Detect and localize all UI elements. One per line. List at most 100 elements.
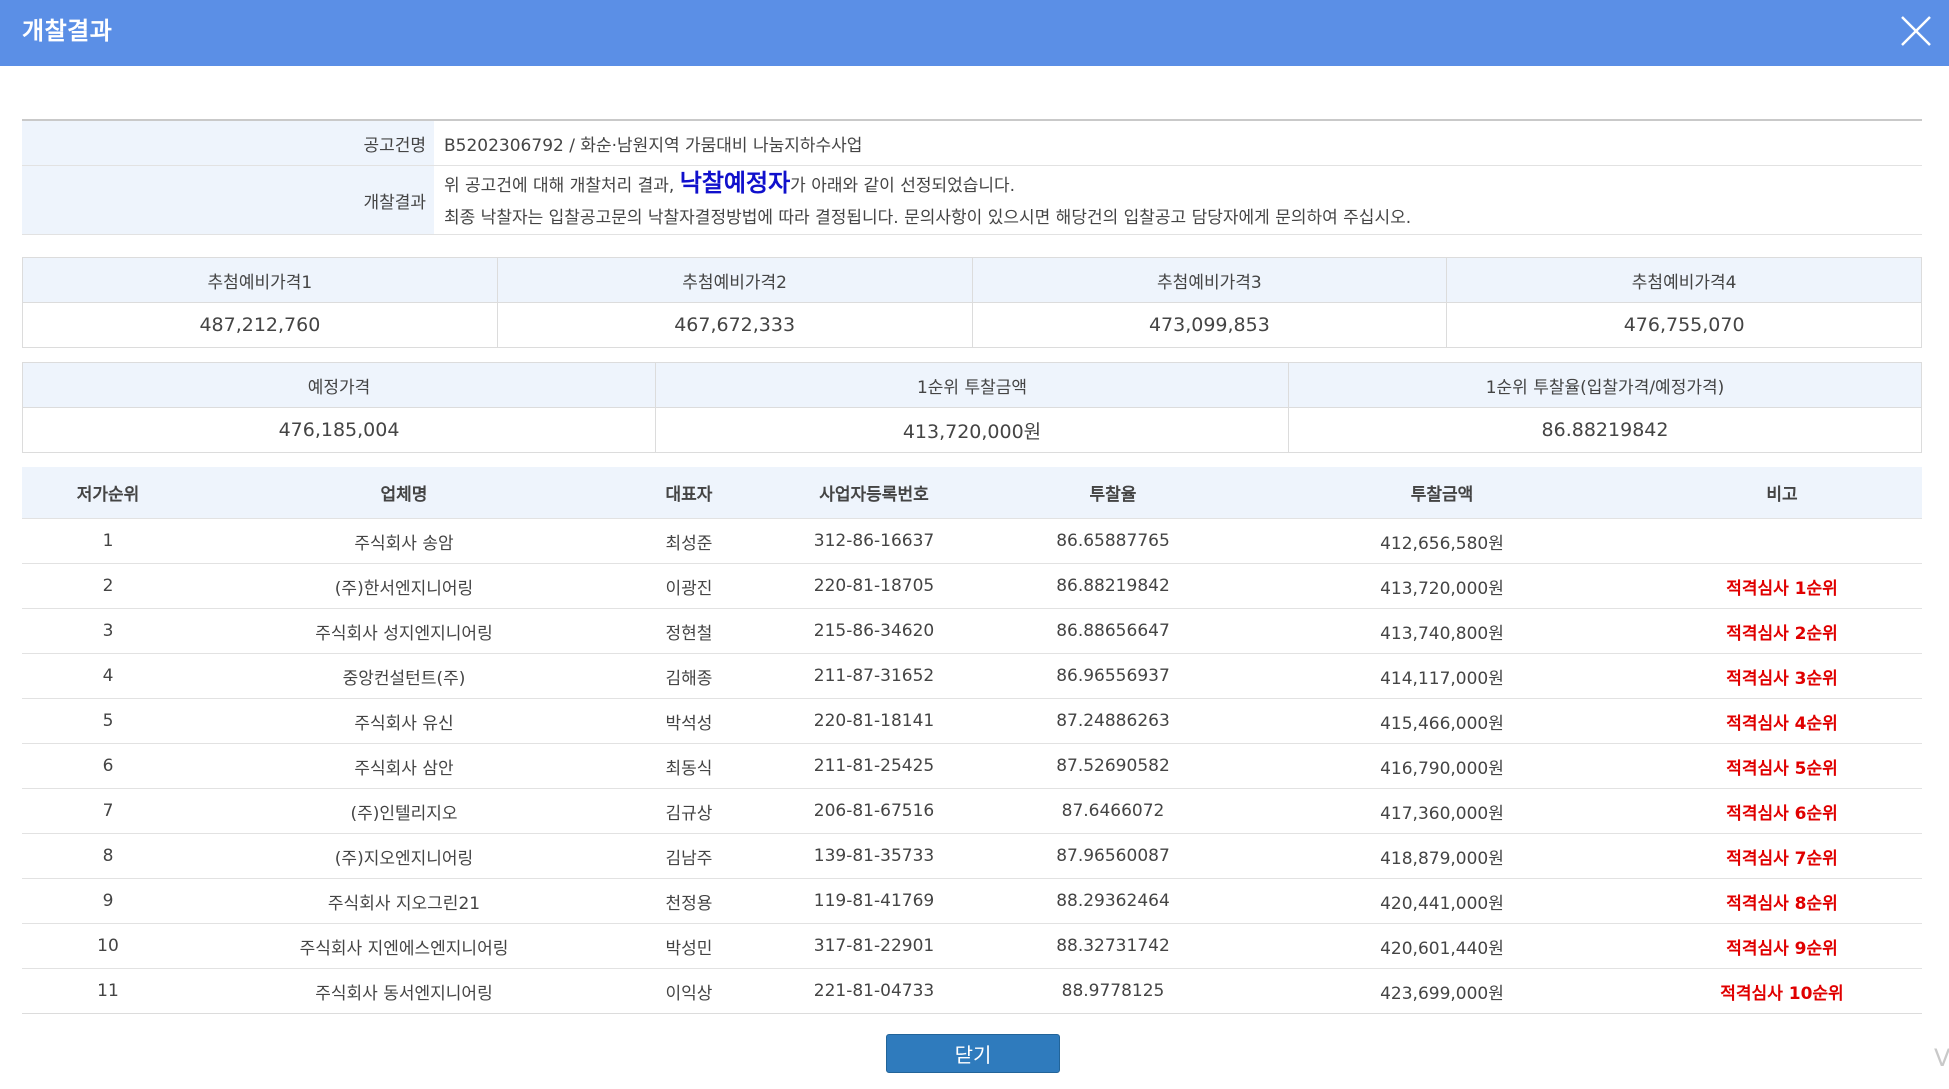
cell-bid-amount: 412,656,580원	[1242, 518, 1642, 564]
table-row: 5 주식회사 유신 박석성 220-81-18141 87.24886263 415,46…	[22, 698, 1922, 744]
cell-rank: 5	[22, 698, 194, 744]
cell-company: (주)지오엔지니어링	[194, 833, 614, 879]
cell-company: 주식회사 동서엔지니어링	[194, 968, 614, 1014]
cell-bid-rate: 87.96560087	[984, 833, 1242, 879]
result-label: 개찰결과	[22, 165, 434, 235]
cell-business-number: 221-81-04733	[764, 968, 984, 1014]
result-message-line1: 위 공고건에 대해 개찰처리 결과, 낙찰예정자가 아래와 같이 선정되었습니다…	[444, 167, 1922, 202]
cell-bid-rate: 86.88219842	[984, 563, 1242, 609]
cell-company: 주식회사 삼안	[194, 743, 614, 789]
col-bid-rate: 투찰율	[984, 467, 1242, 519]
close-icon[interactable]	[1897, 12, 1935, 50]
cell-remarks: 적격심사 6순위	[1642, 788, 1922, 834]
cell-remarks: 적격심사 9순위	[1642, 923, 1922, 969]
estimated-price-value: 476,185,004	[22, 407, 656, 453]
cell-bid-rate: 87.6466072	[984, 788, 1242, 834]
top-bid-amount-header: 1순위 투찰금액	[655, 362, 1289, 408]
cell-bid-rate: 86.96556937	[984, 653, 1242, 699]
summary-table: 예정가격 1순위 투찰금액 1순위 투찰율(입찰가격/예정가격) 476,185…	[22, 362, 1922, 453]
cell-representative: 김규상	[614, 788, 764, 834]
prelim-price-header: 추첨예비가격3	[971, 257, 1448, 303]
cell-representative: 이광진	[614, 563, 764, 609]
cell-bid-amount: 413,740,800원	[1242, 608, 1642, 654]
cell-representative: 박석성	[614, 698, 764, 744]
cell-bid-rate: 87.52690582	[984, 743, 1242, 789]
cell-rank: 2	[22, 563, 194, 609]
cell-business-number: 312-86-16637	[764, 518, 984, 564]
dialog-title: 개찰결과	[22, 17, 113, 45]
cell-company: 주식회사 지오그린21	[194, 878, 614, 924]
cell-bid-rate: 88.9778125	[984, 968, 1242, 1014]
col-company: 업체명	[194, 467, 614, 519]
cell-rank: 7	[22, 788, 194, 834]
notice-value: B5202306792 / 화순·남원지역 가뭄대비 나눔지하수사업	[434, 120, 1922, 166]
cell-business-number: 317-81-22901	[764, 923, 984, 969]
cell-remarks: 적격심사 10순위	[1642, 968, 1922, 1014]
cell-bid-rate: 86.88656647	[984, 608, 1242, 654]
cell-bid-amount: 414,117,000원	[1242, 653, 1642, 699]
cell-business-number: 139-81-35733	[764, 833, 984, 879]
cell-business-number: 215-86-34620	[764, 608, 984, 654]
cell-bid-rate: 87.24886263	[984, 698, 1242, 744]
cell-representative: 정현철	[614, 608, 764, 654]
cell-company: 주식회사 유신	[194, 698, 614, 744]
dialog-titlebar: 개찰결과	[0, 0, 1949, 66]
table-row: 1 주식회사 송암 최성준 312-86-16637 86.65887765 412,65…	[22, 518, 1922, 564]
result-row: 개찰결과 위 공고건에 대해 개찰처리 결과, 낙찰예정자가 아래와 같이 선정…	[22, 165, 1922, 235]
cell-company: (주)인텔리지오	[194, 788, 614, 834]
bid-results-table: 저가순위 업체명 대표자 사업자등록번호 투찰율 투찰금액 비고 1 주식회사 송…	[22, 467, 1922, 1014]
prelim-price-value: 467,672,333	[496, 302, 973, 348]
dialog-content: 공고건명 B5202306792 / 화순·남원지역 가뭄대비 나눔지하수사업 …	[22, 119, 1922, 1014]
corner-mark: V	[1934, 1044, 1949, 1072]
prelim-price-header: 추첨예비가격1	[22, 257, 498, 303]
cell-representative: 박성민	[614, 923, 764, 969]
cell-remarks: 적격심사 4순위	[1642, 698, 1922, 744]
cell-remarks: 적격심사 8순위	[1642, 878, 1922, 924]
table-row: 3 주식회사 성지엔지니어링 정현철 215-86-34620 86.88656647 4…	[22, 608, 1922, 654]
cell-company: (주)한서엔지니어링	[194, 563, 614, 609]
prelim-price-header: 추첨예비가격4	[1446, 257, 1922, 303]
cell-remarks	[1642, 518, 1922, 564]
cell-remarks: 적격심사 3순위	[1642, 653, 1922, 699]
cell-rank: 6	[22, 743, 194, 789]
cell-company: 주식회사 성지엔지니어링	[194, 608, 614, 654]
cell-bid-amount: 418,879,000원	[1242, 833, 1642, 879]
cell-representative: 김해종	[614, 653, 764, 699]
notice-info-table: 공고건명 B5202306792 / 화순·남원지역 가뭄대비 나눔지하수사업 …	[22, 119, 1922, 235]
cell-remarks: 적격심사 7순위	[1642, 833, 1922, 879]
cell-business-number: 211-87-31652	[764, 653, 984, 699]
cell-representative: 김남주	[614, 833, 764, 879]
table-row: 8 (주)지오엔지니어링 김남주 139-81-35733 87.96560087 418…	[22, 833, 1922, 879]
cell-company: 중앙컨설턴트(주)	[194, 653, 614, 699]
col-remarks: 비고	[1642, 467, 1922, 519]
result-message: 위 공고건에 대해 개찰처리 결과, 낙찰예정자가 아래와 같이 선정되었습니다…	[434, 165, 1922, 235]
prelim-price-header: 추첨예비가격2	[496, 257, 973, 303]
cell-company: 주식회사 지엔에스엔지니어링	[194, 923, 614, 969]
cell-remarks: 적격심사 1순위	[1642, 563, 1922, 609]
col-rank: 저가순위	[22, 467, 194, 519]
cell-business-number: 211-81-25425	[764, 743, 984, 789]
prelim-price-value: 487,212,760	[22, 302, 498, 348]
table-row: 9 주식회사 지오그린21 천정용 119-81-41769 88.29362464 42…	[22, 878, 1922, 924]
cell-remarks: 적격심사 5순위	[1642, 743, 1922, 789]
cell-bid-rate: 88.29362464	[984, 878, 1242, 924]
cell-rank: 11	[22, 968, 194, 1014]
table-row: 10 주식회사 지엔에스엔지니어링 박성민 317-81-22901 88.327317…	[22, 923, 1922, 969]
cell-business-number: 206-81-67516	[764, 788, 984, 834]
cell-rank: 3	[22, 608, 194, 654]
cell-rank: 9	[22, 878, 194, 924]
results-header-row: 저가순위 업체명 대표자 사업자등록번호 투찰율 투찰금액 비고	[22, 467, 1922, 519]
cell-bid-rate: 86.65887765	[984, 518, 1242, 564]
cell-rank: 1	[22, 518, 194, 564]
cell-remarks: 적격심사 2순위	[1642, 608, 1922, 654]
table-row: 2 (주)한서엔지니어링 이광진 220-81-18705 86.88219842 413…	[22, 563, 1922, 609]
close-button[interactable]: 닫기	[886, 1034, 1060, 1073]
message-text: 위 공고건에 대해 개찰처리 결과,	[444, 175, 680, 196]
cell-business-number: 220-81-18705	[764, 563, 984, 609]
col-representative: 대표자	[614, 467, 764, 519]
cell-company: 주식회사 송암	[194, 518, 614, 564]
prelim-price-value: 476,755,070	[1446, 302, 1922, 348]
cell-bid-amount: 420,441,000원	[1242, 878, 1642, 924]
cell-bid-rate: 88.32731742	[984, 923, 1242, 969]
estimated-price-header: 예정가격	[22, 362, 656, 408]
